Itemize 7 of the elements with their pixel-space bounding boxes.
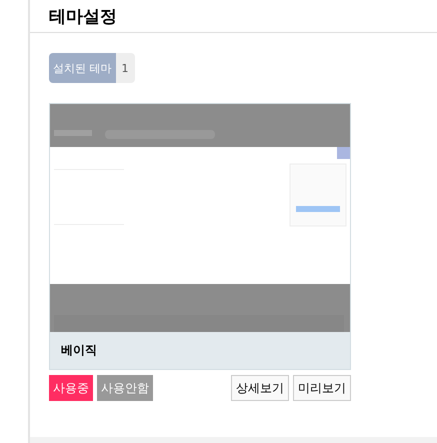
installed-themes-label: 설치된 테마 — [49, 53, 116, 83]
installed-themes-count: 1 — [116, 53, 134, 83]
page-title: 테마설정 — [30, 0, 437, 33]
action-button[interactable]: 미리보기 — [293, 375, 351, 401]
theme-name: 베이직 — [50, 332, 350, 369]
action-button[interactable]: 상세보기 — [231, 375, 289, 401]
in-use-button[interactable]: 사용중 — [49, 375, 93, 401]
